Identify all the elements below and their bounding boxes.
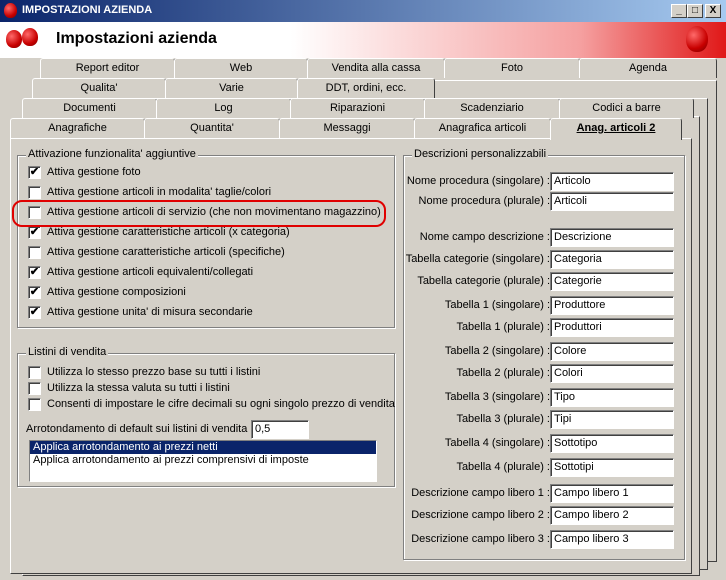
listini-checkbox[interactable] [28,398,41,411]
highlight-annotation [12,200,386,227]
strawberry-icon [6,30,22,48]
field-input[interactable]: Sottotipo [550,434,674,453]
field-input[interactable]: Articolo [550,172,674,191]
field-input[interactable]: Campo libero 1 [550,484,674,503]
field-label: Tabella categorie (plurale) : [417,275,550,287]
listini-group-title: Listini di vendita [26,346,109,358]
field-label: Tabella 3 (singolare) : [444,391,550,403]
field-label: Tabella 1 (plurale) : [456,321,550,333]
tab-scadenziario[interactable]: Scadenziario [424,98,560,118]
close-button[interactable]: X [705,4,721,18]
tab-ddt-ordini-ecc[interactable]: DDT, ordini, ecc. [297,78,435,98]
field-label: Nome procedura (plurale) : [418,195,550,207]
feature-checkbox[interactable]: ✔ [28,306,41,319]
tab-anag-articoli-2[interactable]: Anag. articoli 2 [550,118,682,140]
list-item[interactable]: Applica arrotondamento ai prezzi netti [30,441,376,454]
field-label: Nome campo descrizione : [419,231,550,243]
field-input[interactable]: Tipi [550,410,674,429]
tab-varie[interactable]: Varie [165,78,298,98]
tab-riparazioni[interactable]: Riparazioni [290,98,425,118]
field-label: Tabella 2 (singolare) : [444,345,550,357]
list-item[interactable]: Applica arrotondamento ai prezzi compren… [30,454,376,467]
field-label: Tabella 1 (singolare) : [444,299,550,311]
field-input[interactable]: Articoli [550,192,674,211]
listini-checkbox-label: Consenti di impostare le cifre decimali … [47,398,395,410]
tab-codici-a-barre[interactable]: Codici a barre [559,98,694,118]
feature-checkbox[interactable]: ✔ [28,166,41,179]
feature-checkbox[interactable]: ✔ [28,226,41,239]
tab-vendita-alla-cassa[interactable]: Vendita alla cassa [307,58,445,78]
field-label: Descrizione campo libero 2 : [411,509,550,521]
field-input[interactable]: Campo libero 3 [550,530,674,549]
tab-web[interactable]: Web [174,58,308,78]
strawberry-icon [686,26,708,52]
field-label: Tabella categorie (singolare) : [405,253,550,265]
tab-log[interactable]: Log [156,98,291,118]
feature-checkbox[interactable] [28,246,41,259]
field-input[interactable]: Colori [550,364,674,383]
minimize-button[interactable]: _ [671,4,687,18]
field-input[interactable]: Campo libero 2 [550,506,674,525]
feature-checkbox[interactable]: ✔ [28,286,41,299]
tab-messaggi[interactable]: Messaggi [279,118,415,138]
descrizioni-group: Descrizioni personalizzabili Nome proced… [403,148,685,560]
listini-checkbox-label: Utilizza lo stesso prezzo base su tutti … [47,366,261,378]
tab-anagrafiche[interactable]: Anagrafiche [10,118,145,138]
field-input[interactable]: Categorie [550,272,674,291]
field-label: Tabella 3 (plurale) : [456,413,550,425]
feature-checkbox-label: Attiva gestione foto [47,166,141,178]
field-input[interactable]: Descrizione [550,228,674,247]
strawberry-icon [22,28,38,46]
tab-anagrafica-articoli[interactable]: Anagrafica articoli [414,118,551,138]
maximize-button[interactable]: □ [687,4,703,18]
field-label: Descrizione campo libero 1 : [411,487,550,499]
feature-checkbox-label: Attiva gestione composizioni [47,286,186,298]
features-group: Attivazione funzionalita' aggiuntive ✔ At… [17,148,395,328]
field-input[interactable]: Tipo [550,388,674,407]
rounding-label: Arrotondamento di default sui listini di… [26,423,254,435]
listini-checkbox-label: Utilizza la stessa valuta su tutti i lis… [47,382,230,394]
feature-checkbox-label: Attiva gestione articoli equivalenti/col… [47,266,254,278]
feature-checkbox[interactable]: ✔ [28,266,41,279]
field-input[interactable]: Categoria [550,250,674,269]
field-label: Nome procedura (singolare) : [406,175,550,187]
header-title: Impostazioni azienda [56,30,217,47]
field-label: Tabella 4 (singolare) : [444,437,550,449]
rounding-input[interactable]: 0,5 [251,420,309,439]
rounding-options-list[interactable]: Applica arrotondamento ai prezzi netti A… [29,440,377,482]
tab-report-editor[interactable]: Report editor [40,58,175,78]
tab-documenti[interactable]: Documenti [22,98,157,118]
feature-checkbox-label: Attiva gestione unita' di misura seconda… [47,306,253,318]
field-label: Tabella 4 (plurale) : [456,461,550,473]
title-bar: IMPOSTAZIONI AZIENDA _ □ X [0,0,726,22]
field-input[interactable]: Colore [550,342,674,361]
header-banner: Impostazioni azienda [0,22,726,58]
tab-qualita[interactable]: Qualita' [32,78,166,98]
tab-agenda[interactable]: Agenda [579,58,717,78]
field-label: Descrizione campo libero 3 : [411,533,550,545]
window-title: IMPOSTAZIONI AZIENDA [22,4,153,16]
feature-checkbox-label: Attiva gestione articoli in modalita' ta… [47,186,272,198]
listini-group: Listini di vendita Utilizza lo stesso pr… [17,346,395,487]
features-group-title: Attivazione funzionalita' aggiuntive [26,148,198,160]
tab-foto[interactable]: Foto [444,58,580,78]
feature-checkbox-label: Attiva gestione caratteristiche articoli… [47,246,285,258]
descrizioni-group-title: Descrizioni personalizzabili [412,148,549,160]
field-label: Tabella 2 (plurale) : [456,367,550,379]
feature-checkbox-label: Attiva gestione caratteristiche articoli… [47,226,290,238]
field-input[interactable]: Sottotipi [550,458,674,477]
listini-checkbox[interactable] [28,366,41,379]
tab-quantita[interactable]: Quantita' [144,118,280,138]
listini-checkbox[interactable] [28,382,41,395]
app-icon [4,3,17,18]
field-input[interactable]: Produttori [550,318,674,337]
field-input[interactable]: Produttore [550,296,674,315]
feature-checkbox[interactable] [28,186,41,199]
